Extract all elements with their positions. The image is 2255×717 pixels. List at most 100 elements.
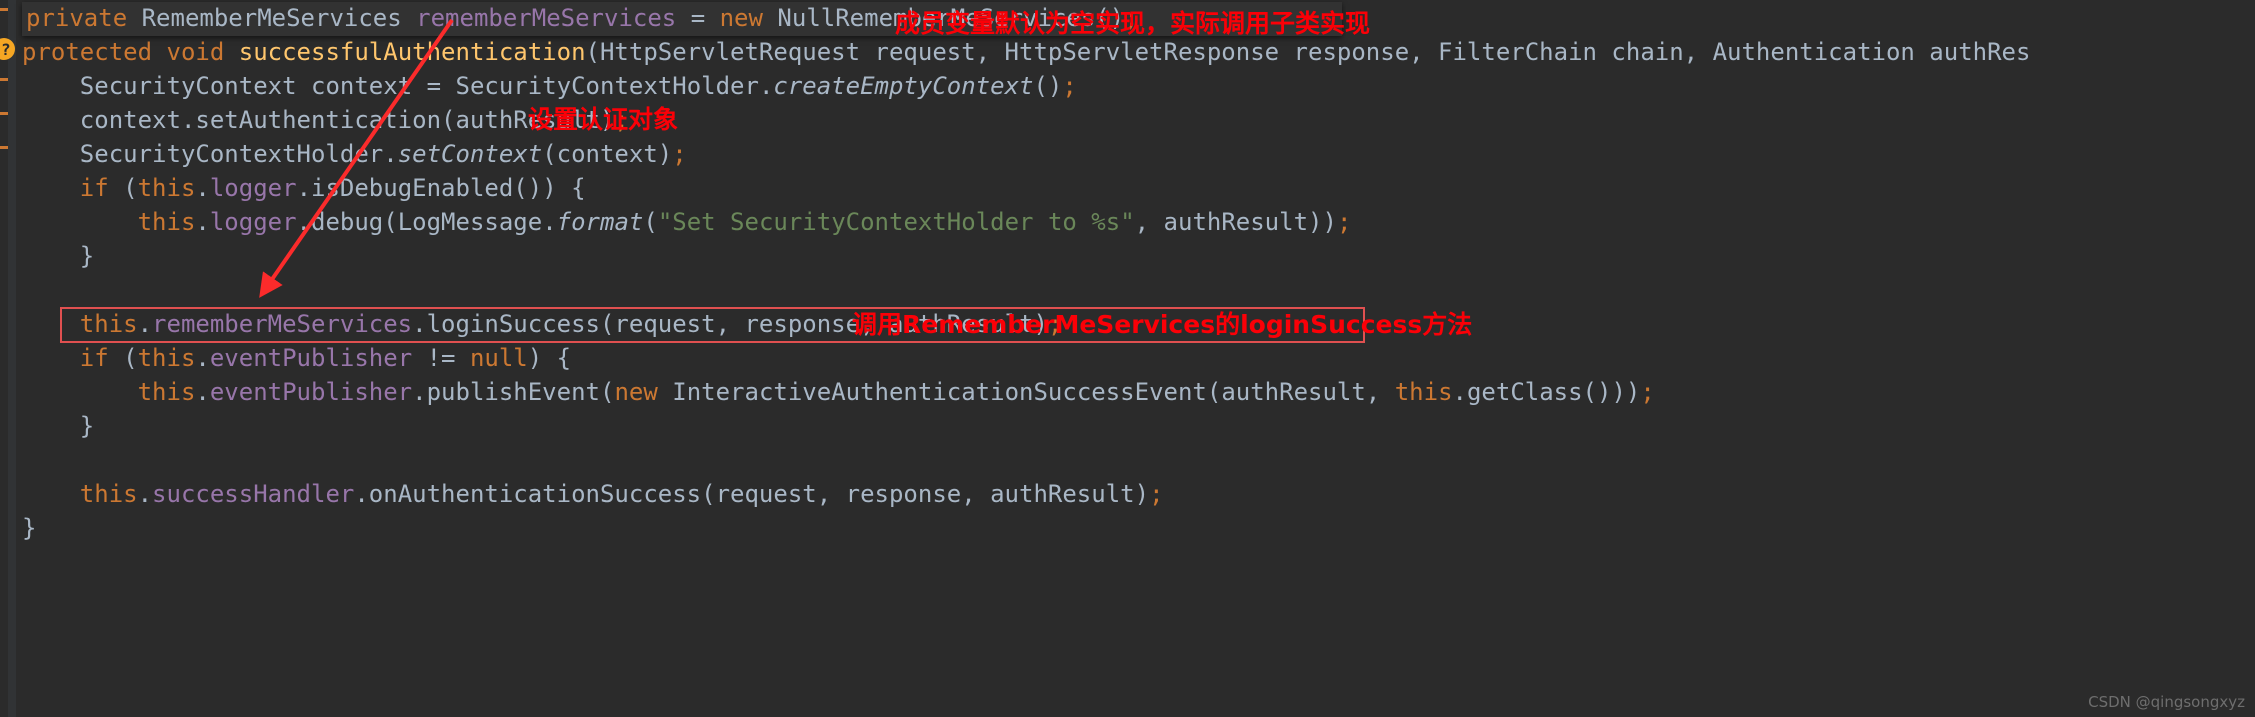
token-class-logmessage: LogMessage: [397, 208, 543, 236]
token-field-eventpublisher: eventPublisher: [209, 344, 413, 372]
token-field-logger: logger: [209, 174, 297, 202]
code-editor[interactable]: ? private RememberMeServices rememberMeS…: [0, 0, 2255, 717]
annot-set-auth-object: 设置认证对象: [528, 105, 679, 134]
token-call: .isDebugEnabled()) {: [296, 174, 586, 202]
token-type: RememberMeServices: [141, 4, 402, 32]
token-parens: (): [1033, 72, 1063, 100]
token-class: SecurityContextHolder: [455, 72, 759, 100]
annot-member-variable: 成员变量默认为空实现，实际调用子类实现: [895, 9, 1371, 38]
token-dot: .: [412, 310, 427, 338]
editor-gutter-inner: [0, 0, 8, 717]
code-line-close-brace-1[interactable]: }: [22, 240, 94, 273]
token-dot: .: [137, 310, 153, 338]
code-line-close-brace-2[interactable]: }: [22, 410, 94, 443]
intention-bulb-label: ?: [1, 40, 11, 59]
token-keyword-this: this: [137, 378, 196, 406]
token-paren: (: [643, 208, 658, 236]
token-keyword-this: this: [79, 480, 138, 508]
token-field-successhandler: successHandler: [152, 480, 355, 508]
token-keyword-if: if: [79, 344, 109, 372]
token-semicolon: ;: [1062, 72, 1077, 100]
token-dot: .: [195, 344, 210, 372]
token-keyword-this: this: [137, 174, 196, 202]
token-static-method-format: format: [556, 208, 644, 236]
token-params: (HttpServletRequest request, HttpServlet…: [585, 38, 2031, 66]
token-keyword-new: new: [614, 378, 658, 406]
token-call: .debug(: [296, 208, 398, 236]
token-call: .getClass())): [1452, 378, 1641, 406]
token-keyword-this: this: [137, 208, 196, 236]
token-field-remembermeservices: rememberMeServices: [152, 310, 413, 338]
token-dot: .: [195, 208, 210, 236]
token-semicolon: ;: [1149, 480, 1164, 508]
token-dot: .: [195, 378, 210, 406]
token-brace: }: [22, 514, 37, 542]
code-line-method-signature[interactable]: protected void successfulAuthentication(…: [22, 36, 2030, 69]
token-args: , authResult)): [1134, 208, 1337, 236]
token-field: rememberMeServices: [416, 4, 677, 32]
token-op: =: [676, 4, 720, 32]
token-brace: ) {: [527, 344, 572, 372]
code-line-create-empty-context[interactable]: SecurityContext context = SecurityContex…: [22, 70, 1077, 103]
gutter-marker: [0, 146, 8, 149]
token-field-logger: logger: [209, 208, 297, 236]
code-line-publish-event[interactable]: this.eventPublisher.publishEvent(new Int…: [22, 376, 1655, 409]
token-static-method: createEmptyContext: [773, 72, 1034, 100]
token-op: !=: [412, 344, 470, 372]
token-brace: }: [22, 412, 95, 440]
token-brace: }: [22, 242, 95, 270]
token-keyword-if: if: [79, 174, 109, 202]
token-paren: (: [108, 174, 138, 202]
token-keyword-void: void: [166, 38, 225, 66]
token-keyword-this: this: [137, 344, 196, 372]
token-keyword: protected: [22, 38, 153, 66]
token-type: SecurityContext: [79, 72, 297, 100]
token-dot: .: [383, 140, 398, 168]
code-line-set-context[interactable]: SecurityContextHolder.setContext(context…: [22, 138, 687, 171]
gutter-marker: [0, 78, 8, 81]
token-paren: (: [108, 344, 138, 372]
code-line-success-handler[interactable]: this.successHandler.onAuthenticationSucc…: [22, 478, 1164, 511]
code-line-if-event-publisher[interactable]: if (this.eventPublisher != null) {: [22, 342, 571, 375]
token-string-literal: "Set SecurityContextHolder to %s": [657, 208, 1135, 236]
token-var: context =: [296, 72, 456, 100]
token-args: (context): [542, 140, 673, 168]
token-keyword-new: new: [719, 4, 763, 32]
token-keyword: private: [26, 4, 128, 32]
token-ctor: InteractiveAuthenticationSuccessEvent(au…: [657, 378, 1395, 406]
token-call: .onAuthenticationSuccess(request, respon…: [354, 480, 1150, 508]
token-dot: .: [758, 72, 774, 100]
gutter-marker: [0, 112, 8, 115]
code-line-close-brace-method[interactable]: }: [22, 512, 36, 545]
token-keyword-this: this: [79, 310, 138, 338]
gutter-marker: [0, 8, 8, 11]
token-keyword-null: null: [469, 344, 528, 372]
token-dot: .: [137, 480, 153, 508]
token-method-name: successfulAuthentication: [238, 38, 586, 66]
code-line-logger-debug[interactable]: this.logger.debug(LogMessage.format("Set…: [22, 206, 1352, 239]
token-semicolon: ;: [672, 140, 687, 168]
token-semicolon: ;: [1336, 208, 1352, 236]
token-keyword-this: this: [1394, 378, 1453, 406]
annot-call-remembermeservices: 调用RememberMeServices的loginSuccess方法: [852, 310, 1473, 339]
token-field-eventpublisher: eventPublisher: [209, 378, 413, 406]
token-class: SecurityContextHolder: [79, 140, 384, 168]
token-call: .publishEvent(: [412, 378, 615, 406]
token-semicolon: ;: [1640, 378, 1655, 406]
token-dot: .: [195, 174, 210, 202]
code-line-if-debug-enabled[interactable]: if (this.logger.isDebugEnabled()) {: [22, 172, 586, 205]
token-dot: .: [542, 208, 557, 236]
